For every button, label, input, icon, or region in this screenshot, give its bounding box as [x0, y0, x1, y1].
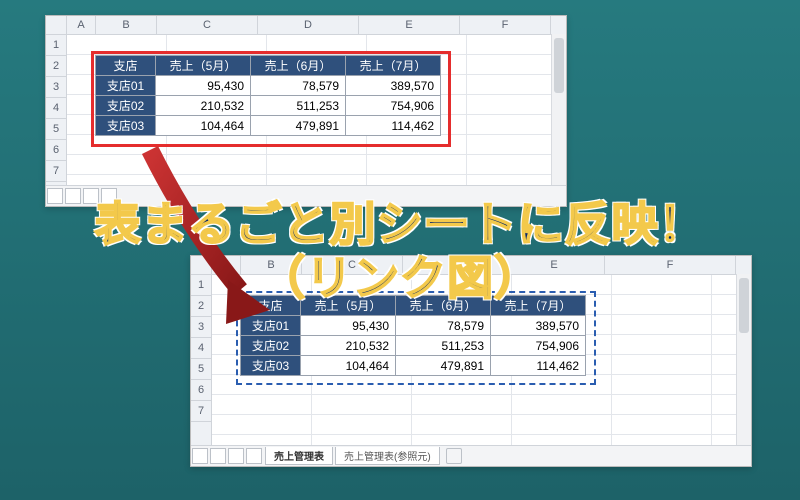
scroll-thumb[interactable]	[739, 278, 749, 333]
select-all-corner[interactable]	[191, 256, 212, 274]
cell-value[interactable]: 104,464	[301, 356, 396, 376]
grid-top[interactable]: 1 2 3 4 5 6 7 支店 売上（5月） 売上（6月） 売上（7月） 支店…	[46, 35, 566, 187]
cell-value[interactable]: 95,430	[156, 76, 251, 96]
cell-value[interactable]: 95,430	[301, 316, 396, 336]
cell-value[interactable]: 114,462	[491, 356, 586, 376]
row-headers-bottom: 1 2 3 4 5 6 7	[191, 275, 212, 447]
header-jun[interactable]: 売上（6月）	[396, 296, 491, 316]
col-C[interactable]: C	[157, 16, 258, 34]
row-1[interactable]: 1	[46, 35, 66, 56]
tab-strip-bottom: 売上管理表 売上管理表(参照元)	[191, 445, 751, 466]
tab-nav-next[interactable]	[228, 448, 244, 464]
cells-top[interactable]: 支店 売上（5月） 売上（6月） 売上（7月） 支店01 95,430 78,5…	[67, 35, 566, 187]
cell-value[interactable]: 114,462	[346, 116, 441, 136]
branch-name[interactable]: 支店01	[96, 76, 156, 96]
col-D[interactable]: D	[258, 16, 359, 34]
column-headers-bottom: A B C D E F	[191, 256, 751, 275]
tab-nav-prev[interactable]	[210, 448, 226, 464]
tab-nav-last[interactable]	[246, 448, 262, 464]
row-7[interactable]: 7	[46, 161, 66, 182]
branch-name[interactable]: 支店03	[96, 116, 156, 136]
cell-value[interactable]: 78,579	[396, 316, 491, 336]
cell-value[interactable]: 104,464	[156, 116, 251, 136]
row-headers-top: 1 2 3 4 5 6 7	[46, 35, 67, 187]
table-header-row: 支店 売上（5月） 売上（6月） 売上（7月）	[96, 56, 441, 76]
tab-strip-top	[46, 185, 566, 206]
data-table-top[interactable]: 支店 売上（5月） 売上（6月） 売上（7月） 支店01 95,430 78,5…	[95, 55, 441, 136]
branch-name[interactable]: 支店03	[241, 356, 301, 376]
header-jul[interactable]: 売上（7月）	[491, 296, 586, 316]
table-header-row: 支店 売上（5月） 売上（6月） 売上（7月）	[241, 296, 586, 316]
col-E[interactable]: E	[504, 256, 605, 274]
row-3[interactable]: 3	[46, 77, 66, 98]
header-may[interactable]: 売上（5月）	[301, 296, 396, 316]
data-table-bottom[interactable]: 支店 売上（5月） 売上（6月） 売上（7月） 支店01 95,430 78,5…	[240, 295, 586, 376]
header-jul[interactable]: 売上（7月）	[346, 56, 441, 76]
table-row: 支店02 210,532 511,253 754,906	[241, 336, 586, 356]
col-F[interactable]: F	[605, 256, 736, 274]
col-B[interactable]: B	[241, 256, 302, 274]
vertical-scrollbar[interactable]	[551, 34, 566, 186]
header-branch[interactable]: 支店	[241, 296, 301, 316]
col-F[interactable]: F	[460, 16, 551, 34]
sheet-tab-active[interactable]: 売上管理表	[265, 447, 333, 465]
col-C[interactable]: C	[302, 256, 403, 274]
row-5[interactable]: 5	[191, 359, 211, 380]
cell-value[interactable]: 479,891	[396, 356, 491, 376]
tab-nav-first[interactable]	[47, 188, 63, 204]
row-3[interactable]: 3	[191, 317, 211, 338]
table-row: 支店03 104,464 479,891 114,462	[241, 356, 586, 376]
cell-value[interactable]: 511,253	[251, 96, 346, 116]
branch-name[interactable]: 支店02	[96, 96, 156, 116]
col-D[interactable]: D	[403, 256, 504, 274]
cell-value[interactable]: 210,532	[156, 96, 251, 116]
cell-value[interactable]: 389,570	[491, 316, 586, 336]
cell-value[interactable]: 389,570	[346, 76, 441, 96]
row-6[interactable]: 6	[46, 140, 66, 161]
branch-name[interactable]: 支店01	[241, 316, 301, 336]
header-jun[interactable]: 売上（6月）	[251, 56, 346, 76]
cell-value[interactable]: 78,579	[251, 76, 346, 96]
row-2[interactable]: 2	[46, 56, 66, 77]
row-4[interactable]: 4	[191, 338, 211, 359]
col-A[interactable]: A	[212, 256, 241, 274]
sheet-window-bottom: A B C D E F 1 2 3 4 5 6 7 支店 売上（5月） 売上（6…	[190, 255, 752, 467]
branch-name[interactable]: 支店02	[241, 336, 301, 356]
table-row: 支店01 95,430 78,579 389,570	[96, 76, 441, 96]
cell-value[interactable]: 210,532	[301, 336, 396, 356]
row-1[interactable]: 1	[191, 275, 211, 296]
row-4[interactable]: 4	[46, 98, 66, 119]
tab-nav-first[interactable]	[192, 448, 208, 464]
cell-value[interactable]: 479,891	[251, 116, 346, 136]
table-row: 支店01 95,430 78,579 389,570	[241, 316, 586, 336]
tab-nav-prev[interactable]	[65, 188, 81, 204]
cells-bottom[interactable]: 支店 売上（5月） 売上（6月） 売上（7月） 支店01 95,430 78,5…	[212, 275, 751, 447]
vertical-scrollbar[interactable]	[736, 274, 751, 446]
col-B[interactable]: B	[96, 16, 157, 34]
tab-nav-last[interactable]	[101, 188, 117, 204]
sheet-window-top: A B C D E F 1 2 3 4 5 6 7 支店 売上（5月） 売上（6…	[45, 15, 567, 207]
col-A[interactable]: A	[67, 16, 96, 34]
new-sheet-button[interactable]	[446, 448, 462, 464]
row-2[interactable]: 2	[191, 296, 211, 317]
table-row: 支店02 210,532 511,253 754,906	[96, 96, 441, 116]
column-headers-top: A B C D E F	[46, 16, 566, 35]
scroll-thumb[interactable]	[554, 38, 564, 93]
header-may[interactable]: 売上（5月）	[156, 56, 251, 76]
cell-value[interactable]: 754,906	[491, 336, 586, 356]
grid-bottom[interactable]: 1 2 3 4 5 6 7 支店 売上（5月） 売上（6月） 売上（7月） 支店…	[191, 275, 751, 447]
tab-nav-next[interactable]	[83, 188, 99, 204]
row-7[interactable]: 7	[191, 401, 211, 422]
header-branch[interactable]: 支店	[96, 56, 156, 76]
cell-value[interactable]: 754,906	[346, 96, 441, 116]
col-E[interactable]: E	[359, 16, 460, 34]
cell-value[interactable]: 511,253	[396, 336, 491, 356]
row-5[interactable]: 5	[46, 119, 66, 140]
select-all-corner[interactable]	[46, 16, 67, 34]
row-6[interactable]: 6	[191, 380, 211, 401]
sheet-tab-inactive[interactable]: 売上管理表(参照元)	[335, 447, 440, 465]
table-row: 支店03 104,464 479,891 114,462	[96, 116, 441, 136]
